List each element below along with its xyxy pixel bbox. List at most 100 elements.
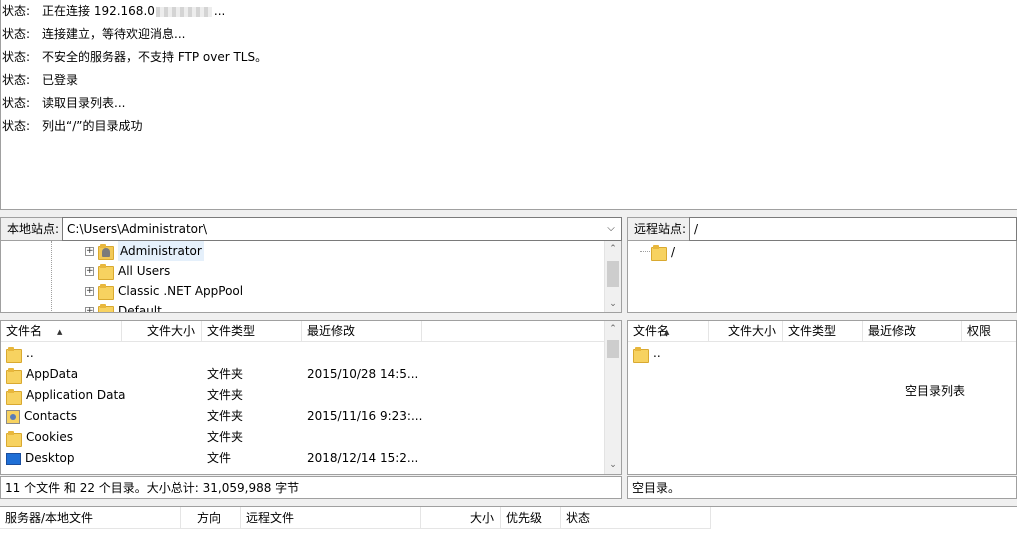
- remote-site-path-input[interactable]: /: [689, 217, 1017, 241]
- file-name: ..: [26, 346, 34, 360]
- column-filetype[interactable]: 文件类型: [783, 321, 863, 342]
- log-text: 正在连接 192.168.0: [42, 4, 155, 18]
- ftp-client-window: 状态: 正在连接 192.168.0... 状态: 连接建立，等待欢迎消息...…: [0, 0, 1017, 554]
- log-label: 状态:: [2, 73, 31, 87]
- file-modified: [302, 427, 442, 448]
- tree-item-label: All Users: [118, 264, 171, 278]
- folder-icon: [98, 284, 114, 300]
- tree-item-root[interactable]: /: [651, 242, 675, 262]
- local-site-path: C:\Users\Administrator\: [67, 222, 208, 236]
- expand-icon[interactable]: +: [85, 306, 94, 312]
- local-tree-scrollbar[interactable]: ⌃ ⌄: [604, 241, 621, 312]
- column-status[interactable]: 状态: [561, 507, 711, 529]
- column-size[interactable]: 大小: [421, 507, 501, 529]
- chevron-down-icon[interactable]: ⌵: [604, 218, 618, 240]
- expand-icon[interactable]: +: [85, 286, 94, 296]
- folder-icon: [98, 264, 114, 280]
- folder-icon: [6, 346, 22, 363]
- scroll-down-icon[interactable]: ⌄: [605, 296, 621, 312]
- column-server-local-file[interactable]: 服务器/本地文件: [0, 507, 181, 529]
- scroll-down-icon[interactable]: ⌄: [605, 457, 621, 474]
- file-row[interactable]: ..: [1, 343, 202, 364]
- remote-status-bar: 空目录。: [627, 476, 1017, 499]
- file-name: Application Data: [26, 388, 126, 402]
- remote-column-header: 文件名 ▲ 文件大小 文件类型 最近修改 权限: [628, 321, 1016, 342]
- tree-item-label: Classic .NET AppPool: [118, 284, 244, 298]
- log-line: 状态: 正在连接 192.168.0...: [1, 0, 1017, 23]
- column-filetype[interactable]: 文件类型: [202, 321, 302, 342]
- scroll-up-icon[interactable]: ⌃: [605, 241, 621, 258]
- column-modified[interactable]: 最近修改: [302, 321, 422, 342]
- log-label: 状态:: [2, 50, 31, 64]
- file-modified: 2018/12/14 15:2...: [307, 451, 419, 465]
- column-filesize[interactable]: 文件大小: [709, 321, 783, 342]
- remote-site-path: /: [694, 222, 699, 236]
- local-file-list-scrollbar[interactable]: ⌃ ⌄: [604, 321, 621, 474]
- tree-guide-line: [51, 241, 52, 312]
- log-label: 状态:: [2, 27, 31, 41]
- tree-item-label: Default: [118, 304, 162, 313]
- column-filename[interactable]: 文件名 ▲: [628, 321, 709, 342]
- masked-ip-area: [155, 6, 212, 17]
- sort-ascending-icon: ▲: [57, 328, 63, 336]
- local-site-bar: 本地站点: C:\Users\Administrator\ ⌵: [0, 217, 622, 241]
- file-row[interactable]: ..: [628, 343, 828, 364]
- tree-item-classic-net-apppool[interactable]: + Classic .NET AppPool: [85, 281, 243, 301]
- file-row[interactable]: Cookies 文件夹: [1, 427, 442, 448]
- log-line: 状态: 列出“/”的目录成功: [1, 115, 1017, 138]
- column-remote-file[interactable]: 远程文件: [241, 507, 421, 529]
- file-name: AppData: [26, 367, 79, 381]
- message-log[interactable]: 状态: 正在连接 192.168.0... 状态: 连接建立，等待欢迎消息...…: [0, 0, 1017, 210]
- local-directory-tree[interactable]: + Administrator + All Users + Classic .N…: [0, 241, 622, 313]
- log-text-suffix: ...: [213, 4, 226, 18]
- local-site-path-input[interactable]: C:\Users\Administrator\ ⌵: [62, 217, 622, 241]
- file-name: Contacts: [24, 409, 77, 423]
- folder-icon: [633, 346, 649, 363]
- transfer-queue[interactable]: 服务器/本地文件 方向 远程文件 大小 优先级 状态: [0, 506, 1017, 554]
- log-label: 状态:: [2, 96, 31, 110]
- local-file-list[interactable]: 文件名 ▲ 文件大小 文件类型 最近修改 .. AppData 文件夹 2015…: [0, 320, 622, 475]
- remote-directory-tree[interactable]: /: [627, 241, 1017, 313]
- file-type: 文件夹: [207, 430, 244, 444]
- log-label: 状态:: [2, 119, 31, 133]
- user-folder-icon: [98, 244, 114, 260]
- tree-item-label: Administrator: [118, 241, 204, 261]
- expand-icon[interactable]: +: [85, 246, 94, 256]
- column-priority[interactable]: 优先级: [501, 507, 561, 529]
- file-modified: [302, 385, 442, 406]
- scroll-up-icon[interactable]: ⌃: [605, 321, 621, 338]
- column-direction[interactable]: 方向: [181, 507, 241, 529]
- column-permissions[interactable]: 权限: [962, 321, 1016, 342]
- file-name: ..: [653, 346, 661, 360]
- column-filename[interactable]: 文件名 ▲: [1, 321, 122, 342]
- file-type: 文件夹: [207, 409, 244, 423]
- file-row[interactable]: Contacts 文件夹 2015/11/16 9:23:...: [1, 406, 442, 427]
- remote-site-bar: 远程站点: /: [627, 217, 1017, 241]
- log-text: 列出“/”的目录成功: [42, 119, 143, 133]
- file-name: Cookies: [26, 430, 73, 444]
- local-column-header: 文件名 ▲ 文件大小 文件类型 最近修改: [1, 321, 605, 342]
- remote-site-label: 远程站点:: [627, 217, 690, 241]
- tree-item-administrator[interactable]: + Administrator: [85, 241, 204, 261]
- empty-directory-message: 空目录列表: [905, 384, 966, 398]
- sort-ascending-icon: ▲: [664, 328, 670, 336]
- desktop-icon: [6, 452, 21, 465]
- folder-icon: [6, 367, 22, 384]
- file-type: 文件: [207, 451, 232, 465]
- folder-icon: [6, 388, 22, 405]
- column-filesize[interactable]: 文件大小: [122, 321, 202, 342]
- file-row[interactable]: AppData 文件夹 2015/10/28 14:5...: [1, 364, 442, 385]
- scroll-thumb[interactable]: [607, 261, 619, 287]
- file-row[interactable]: Desktop 文件 2018/12/14 15:2...: [1, 448, 442, 469]
- local-site-label: 本地站点:: [0, 217, 63, 241]
- file-row[interactable]: Application Data 文件夹: [1, 385, 442, 406]
- scroll-thumb[interactable]: [607, 340, 619, 358]
- tree-item-default[interactable]: + Default: [85, 301, 162, 313]
- log-text: 不安全的服务器，不支持 FTP over TLS。: [42, 50, 268, 64]
- column-modified[interactable]: 最近修改: [863, 321, 962, 342]
- tree-item-all-users[interactable]: + All Users: [85, 261, 170, 281]
- log-text: 连接建立，等待欢迎消息...: [42, 27, 186, 41]
- log-label: 状态:: [2, 4, 31, 18]
- expand-icon[interactable]: +: [85, 266, 94, 276]
- file-type: 文件夹: [207, 367, 244, 381]
